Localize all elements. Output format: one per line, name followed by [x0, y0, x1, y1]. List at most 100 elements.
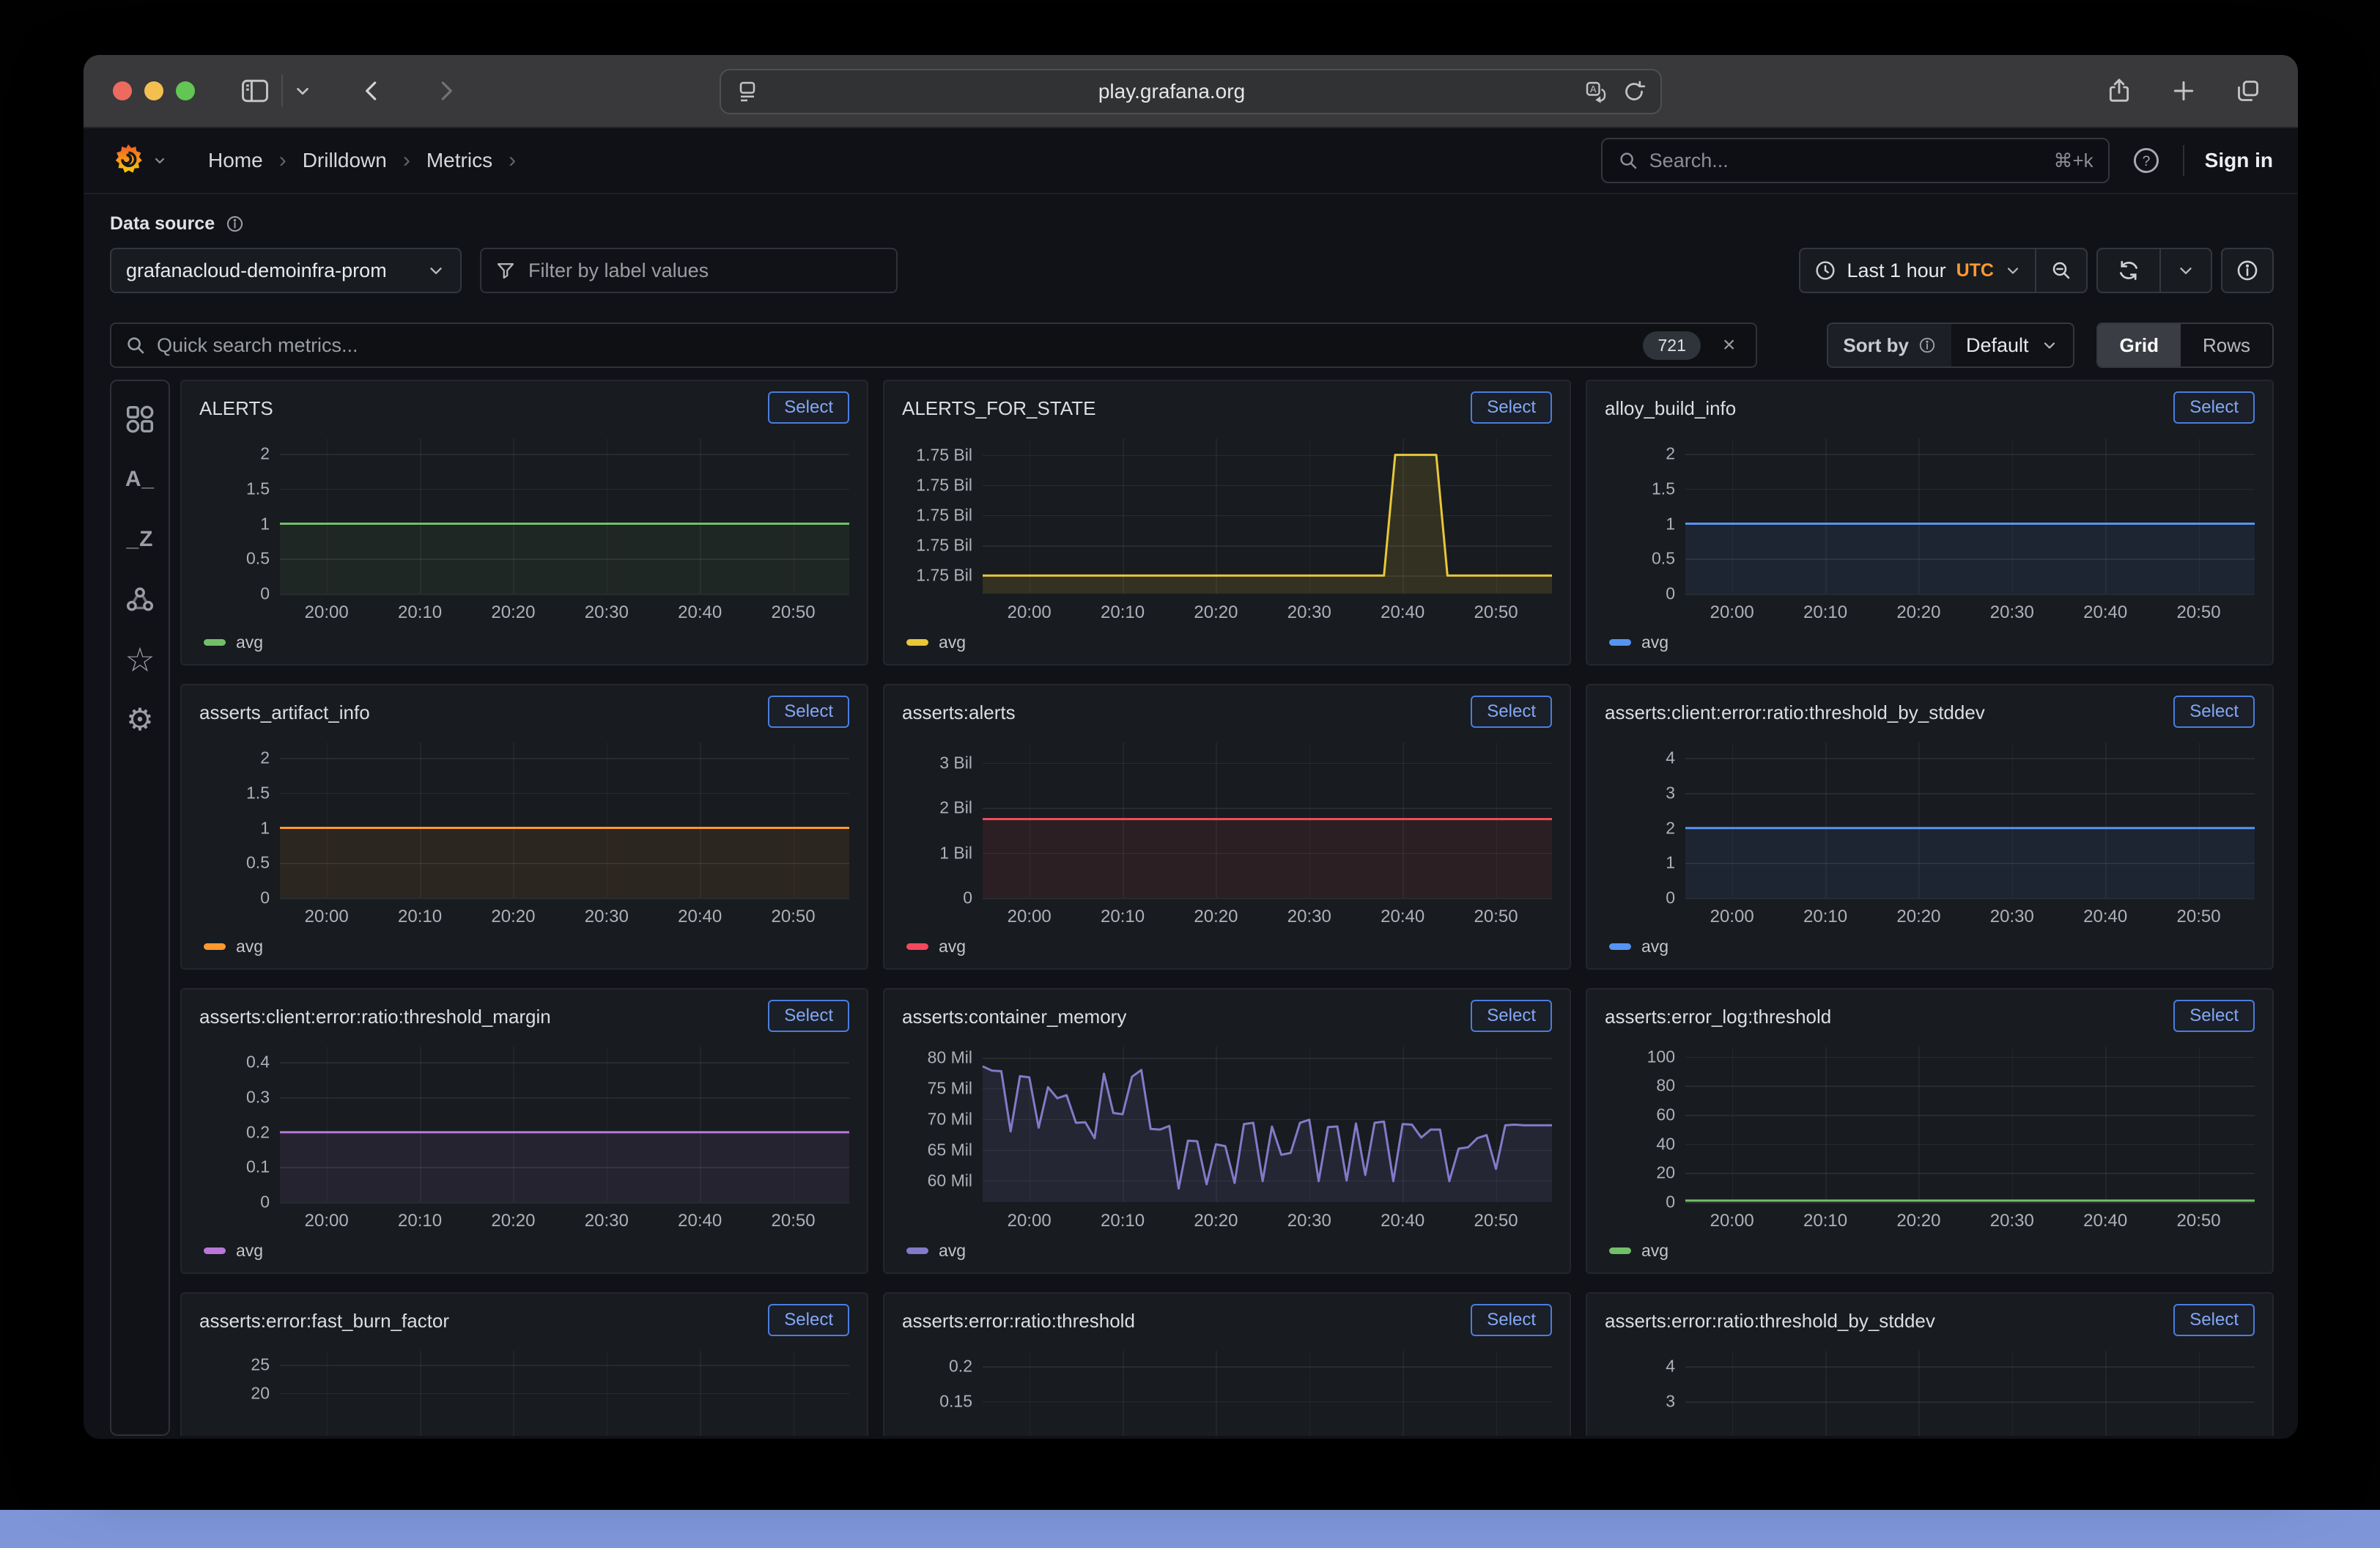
time-range-group: Last 1 hour UTC: [1799, 248, 2088, 293]
clear-search-icon[interactable]: ×: [1723, 333, 1736, 358]
grafana-logo[interactable]: [111, 141, 145, 180]
settings-gear-icon[interactable]: ⚙: [126, 701, 154, 739]
select-button[interactable]: Select: [768, 1000, 849, 1032]
x-tick-label: 20:20: [1194, 907, 1238, 927]
y-tick-label: 4: [1666, 748, 1675, 768]
sign-in-button[interactable]: Sign in: [2205, 149, 2273, 172]
sidebar-toggle-icon[interactable]: [239, 75, 271, 107]
x-tick-label: 20:00: [305, 1211, 349, 1231]
select-button[interactable]: Select: [768, 1304, 849, 1336]
y-tick-label: 0.5: [246, 549, 270, 569]
all-metrics-icon[interactable]: [123, 400, 157, 438]
refresh-icon[interactable]: [2098, 249, 2159, 292]
metric-panel: asserts:error_log:thresholdSelect1008060…: [1586, 988, 2274, 1274]
legend-label[interactable]: avg: [939, 937, 966, 957]
page-format-icon[interactable]: [734, 78, 761, 105]
sidebar-chevron-icon[interactable]: [293, 81, 312, 100]
select-button[interactable]: Select: [1471, 1000, 1552, 1032]
legend-label[interactable]: avg: [236, 633, 263, 652]
sort-za-icon[interactable]: _Z: [126, 520, 153, 559]
panel-chart: 21.510.50: [199, 742, 849, 898]
y-tick-label: 0.2: [949, 1357, 972, 1376]
x-tick-label: 20:10: [1101, 1211, 1145, 1231]
x-tick-label: 20:30: [1990, 602, 2034, 623]
breadcrumb-metrics[interactable]: Metrics: [426, 149, 492, 172]
select-button[interactable]: Select: [1471, 1304, 1552, 1336]
y-tick-label: 0.3: [246, 1088, 270, 1107]
rows-view-button[interactable]: Rows: [2181, 324, 2272, 366]
metric-panel: asserts:client:error:ratio:threshold_mar…: [180, 988, 868, 1274]
grid-view-button[interactable]: Grid: [2098, 324, 2181, 366]
page-info-button[interactable]: [2221, 248, 2274, 293]
x-tick-label: 20:10: [1803, 1211, 1847, 1231]
x-tick-label: 20:40: [2083, 1211, 2127, 1231]
quick-search-input[interactable]: [157, 334, 1633, 357]
select-button[interactable]: Select: [768, 696, 849, 728]
legend-label[interactable]: avg: [939, 633, 966, 652]
x-tick-label: 20:40: [678, 602, 722, 623]
refresh-interval-chevron-icon[interactable]: [2161, 249, 2211, 292]
panel-title: asserts:error_log:threshold: [1605, 1000, 1831, 1028]
favorites-star-icon[interactable]: ☆: [125, 641, 155, 679]
forward-icon[interactable]: [432, 77, 460, 105]
x-tick-label: 20:30: [585, 602, 629, 623]
search-shortcut: ⌘+k: [2053, 150, 2093, 172]
info-icon[interactable]: [1918, 336, 1937, 355]
legend-label[interactable]: avg: [236, 1241, 263, 1261]
legend-label[interactable]: avg: [236, 937, 263, 957]
zoom-window-button[interactable]: [176, 81, 195, 100]
close-window-button[interactable]: [113, 81, 132, 100]
select-button[interactable]: Select: [2173, 696, 2255, 728]
legend-label[interactable]: avg: [1641, 937, 1668, 957]
time-range-picker[interactable]: Last 1 hour UTC: [1800, 259, 2035, 282]
sort-az-icon[interactable]: A_: [125, 460, 155, 498]
quick-search[interactable]: 721 ×: [110, 322, 1757, 368]
related-metrics-icon[interactable]: [123, 580, 157, 619]
info-icon[interactable]: [225, 214, 245, 234]
x-tick-label: 20:10: [398, 1211, 442, 1231]
legend-label[interactable]: avg: [939, 1241, 966, 1261]
y-tick-label: 0: [260, 888, 270, 908]
time-range-value: Last 1 hour: [1847, 259, 1946, 282]
select-button[interactable]: Select: [2173, 1000, 2255, 1032]
panel-title: ALERTS_FOR_STATE: [902, 391, 1095, 420]
x-tick-label: 20:10: [398, 907, 442, 927]
zoom-out-time-icon[interactable]: [2036, 249, 2086, 292]
legend-swatch: [204, 943, 226, 950]
x-tick-label: 20:30: [1287, 602, 1331, 623]
translate-icon[interactable]: A: [1583, 78, 1609, 105]
share-icon[interactable]: [2104, 76, 2134, 106]
y-tick-label: 0.4: [246, 1053, 270, 1072]
y-tick-label: 3: [1666, 1392, 1675, 1412]
breadcrumb-home[interactable]: Home: [208, 149, 263, 172]
select-button[interactable]: Select: [2173, 1304, 2255, 1336]
x-tick-label: 20:40: [678, 1211, 722, 1231]
datasource-select[interactable]: grafanacloud-demoinfra-prom: [110, 248, 462, 293]
reload-icon[interactable]: [1621, 78, 1647, 105]
address-bar[interactable]: play.grafana.org A: [720, 69, 1662, 114]
label-filter-input[interactable]: Filter by label values: [480, 248, 898, 293]
sort-select[interactable]: Default: [1951, 324, 2073, 366]
select-button[interactable]: Select: [2173, 391, 2255, 424]
datasource-label: Data source: [110, 213, 215, 235]
y-tick-label: 2: [1666, 818, 1675, 838]
breadcrumb-drilldown[interactable]: Drilldown: [303, 149, 387, 172]
org-switcher-chevron-icon[interactable]: [152, 153, 167, 168]
select-button[interactable]: Select: [1471, 391, 1552, 424]
select-button[interactable]: Select: [768, 391, 849, 424]
y-tick-label: 2: [1666, 444, 1675, 464]
url-text[interactable]: play.grafana.org: [761, 80, 1583, 103]
select-button[interactable]: Select: [1471, 696, 1552, 728]
new-tab-icon[interactable]: [2169, 76, 2198, 106]
global-search[interactable]: ⌘+k: [1601, 138, 2110, 183]
legend-label[interactable]: avg: [1641, 1241, 1668, 1261]
x-tick-label: 20:00: [1008, 1211, 1052, 1231]
tab-overview-icon[interactable]: [2233, 76, 2263, 106]
back-icon[interactable]: [358, 77, 385, 105]
legend-label[interactable]: avg: [1641, 633, 1668, 652]
help-icon[interactable]: ?: [2130, 144, 2162, 177]
minimize-window-button[interactable]: [144, 81, 163, 100]
x-tick-label: 20:50: [772, 907, 816, 927]
global-search-input[interactable]: [1649, 150, 2044, 172]
chevron-down-icon: [2004, 262, 2022, 279]
